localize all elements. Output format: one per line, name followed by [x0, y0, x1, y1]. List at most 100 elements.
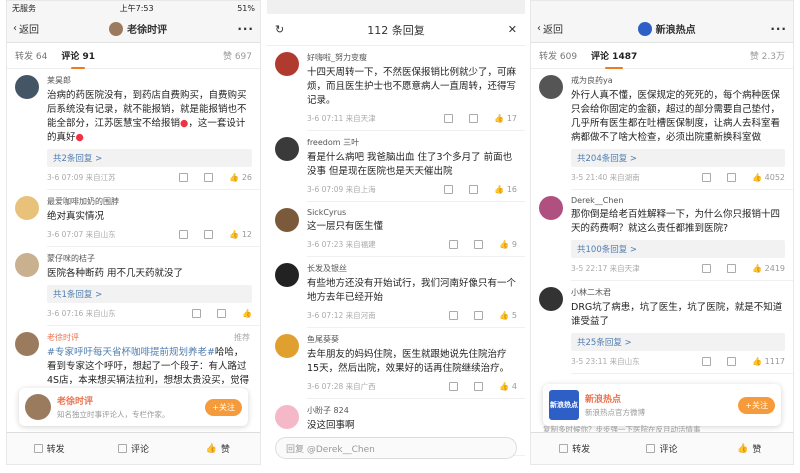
- share-icon[interactable]: [179, 230, 189, 239]
- hashtag-link[interactable]: #专家呼吁每天省杯咖啡提前规划养老#: [47, 347, 215, 358]
- tab-comment[interactable]: 评论 1487: [591, 49, 637, 69]
- comment-icon[interactable]: [474, 240, 484, 249]
- tab-repost[interactable]: 转发 64: [15, 49, 47, 62]
- like-button[interactable]: 👍 4052: [752, 173, 785, 182]
- comment-text: DRG坑了病患，坑了医生，坑了医院，就是不知道谁受益了: [571, 302, 783, 327]
- like-button[interactable]: 👍 4: [499, 382, 517, 391]
- author-card[interactable]: 新浪热点 新浪热点 新浪热点官方微博 +关注: [543, 384, 781, 426]
- share-icon[interactable]: [702, 264, 712, 273]
- follow-button[interactable]: +关注: [205, 398, 242, 416]
- reply-count-link[interactable]: 共100条回复 >: [571, 240, 785, 258]
- comment-icon[interactable]: [727, 264, 737, 273]
- comment-author[interactable]: 老徐时评: [47, 332, 252, 343]
- like-button[interactable]: 👍 2419: [752, 264, 785, 273]
- comment-button[interactable]: 评论: [91, 433, 175, 464]
- avatar[interactable]: [275, 137, 299, 161]
- avatar[interactable]: [275, 334, 299, 358]
- avatar[interactable]: [275, 52, 299, 76]
- avatar[interactable]: [275, 263, 299, 287]
- like-button[interactable]: 👍 5: [499, 311, 517, 320]
- author-card[interactable]: 老徐时评 知名独立时事评论人，专栏作家。 +关注: [19, 388, 248, 426]
- comment-author[interactable]: freedom 三叶: [307, 137, 517, 148]
- comment-author[interactable]: SickCyrus: [307, 208, 517, 217]
- comment-source: 来自上海: [345, 185, 376, 194]
- like-button[interactable]: 👍 赞: [706, 433, 793, 464]
- reply-count-link[interactable]: 共1条回复 >: [47, 285, 252, 303]
- comment-icon[interactable]: [727, 357, 737, 366]
- tab-likes[interactable]: 赞 697: [223, 49, 252, 62]
- back-button[interactable]: ‹ 返回: [537, 21, 563, 36]
- comment-author[interactable]: 小盼子 824: [307, 405, 517, 416]
- like-button[interactable]: 👍: [242, 309, 252, 318]
- comment-author[interactable]: 最爱咖啡加奶的围脖: [47, 196, 252, 207]
- close-icon[interactable]: ✕: [508, 23, 517, 36]
- avatar[interactable]: [15, 196, 39, 220]
- like-button[interactable]: 👍 12: [229, 230, 252, 239]
- share-icon[interactable]: [702, 173, 712, 182]
- avatar[interactable]: [539, 75, 563, 99]
- avatar[interactable]: [15, 332, 39, 356]
- comment-author[interactable]: 蒙仔咪的桔子: [47, 253, 252, 264]
- reply-count-link[interactable]: 共204条回复 >: [571, 149, 785, 167]
- more-button[interactable]: ···: [237, 22, 254, 36]
- like-button[interactable]: 👍 9: [499, 240, 517, 249]
- tab-repost[interactable]: 转发 609: [539, 49, 577, 62]
- comment-item: 莱昊郎 治病的药医院没有，到药店自费购买，自费购买后系统没有记录，就不能报销，就…: [7, 69, 260, 189]
- thumbs-up-icon: 👍: [737, 443, 749, 454]
- comment-icon[interactable]: [217, 309, 227, 318]
- share-icon[interactable]: [449, 382, 459, 391]
- share-icon[interactable]: [702, 357, 712, 366]
- comment-author[interactable]: Derek__Chen: [571, 196, 785, 205]
- follow-button[interactable]: +关注: [738, 396, 775, 414]
- share-icon[interactable]: [449, 240, 459, 249]
- avatar[interactable]: [15, 75, 39, 99]
- avatar[interactable]: [15, 253, 39, 277]
- avatar: [109, 21, 124, 36]
- refresh-icon[interactable]: ↻: [275, 23, 284, 36]
- comment-author[interactable]: 戒为良药ya: [571, 75, 785, 86]
- tab-likes[interactable]: 赞 2.3万: [750, 49, 785, 62]
- avatar[interactable]: [275, 405, 299, 429]
- repost-button[interactable]: 转发: [7, 433, 91, 464]
- comment-author[interactable]: 好嗨啦_努力变瘦: [307, 52, 517, 63]
- comment-source: 来自天津: [609, 264, 640, 273]
- comment-icon[interactable]: [204, 173, 214, 182]
- like-button[interactable]: 👍 17: [494, 114, 517, 123]
- share-icon[interactable]: [192, 309, 202, 318]
- tab-comment[interactable]: 评论 91: [61, 49, 95, 69]
- like-button[interactable]: 👍 16: [494, 185, 517, 194]
- share-icon[interactable]: [444, 114, 454, 123]
- comment-icon[interactable]: [474, 382, 484, 391]
- reply-count-link[interactable]: 共25条回复 >: [571, 333, 785, 351]
- share-icon[interactable]: [179, 173, 189, 182]
- comment-text: 有些地方还没有开始试行，我们河南好像只有一个地方去年已经开始: [307, 278, 517, 303]
- comment-author[interactable]: 长发及银丝: [307, 263, 517, 274]
- avatar[interactable]: [275, 208, 299, 232]
- reply-count-link[interactable]: 共2条回复 >: [47, 149, 252, 167]
- back-button[interactable]: ‹ 返回: [13, 21, 39, 36]
- like-button[interactable]: 👍 1117: [752, 357, 785, 366]
- avatar: [637, 21, 652, 36]
- repost-button[interactable]: 转发: [531, 433, 618, 464]
- comment-time: 3-6 07:23: [307, 240, 344, 249]
- comment-button[interactable]: 评论: [618, 433, 705, 464]
- comment-text: 去年朋友的妈妈住院，医生就跟她说先住院治疗15天，然后出院，效果好的话再住院继续…: [307, 349, 510, 374]
- like-button[interactable]: 👍 26: [229, 173, 252, 182]
- comment-author[interactable]: 小林二木君: [571, 287, 785, 298]
- like-button[interactable]: 👍 赞: [176, 433, 260, 464]
- share-icon[interactable]: [444, 185, 454, 194]
- more-button[interactable]: ···: [770, 22, 787, 36]
- reply-input[interactable]: 回复 @Derek__Chen: [275, 437, 517, 459]
- comment-icon[interactable]: [474, 311, 484, 320]
- share-icon[interactable]: [449, 311, 459, 320]
- comment-author[interactable]: 莱昊郎: [47, 75, 252, 86]
- comment-item: 鱼尾葵葵去年朋友的妈妈住院，医生就跟她说先住院治疗15天，然后出院，效果好的话再…: [267, 328, 525, 398]
- comment-icon[interactable]: [204, 230, 214, 239]
- comment-item: 长发及银丝 有些地方还没有开始试行，我们河南好像只有一个地方去年已经开始 3-6 0…: [267, 257, 525, 327]
- avatar[interactable]: [539, 196, 563, 220]
- comment-author[interactable]: 鱼尾葵葵: [307, 334, 517, 345]
- comment-icon[interactable]: [469, 114, 479, 123]
- comment-icon[interactable]: [469, 185, 479, 194]
- avatar[interactable]: [539, 287, 563, 311]
- comment-icon[interactable]: [727, 173, 737, 182]
